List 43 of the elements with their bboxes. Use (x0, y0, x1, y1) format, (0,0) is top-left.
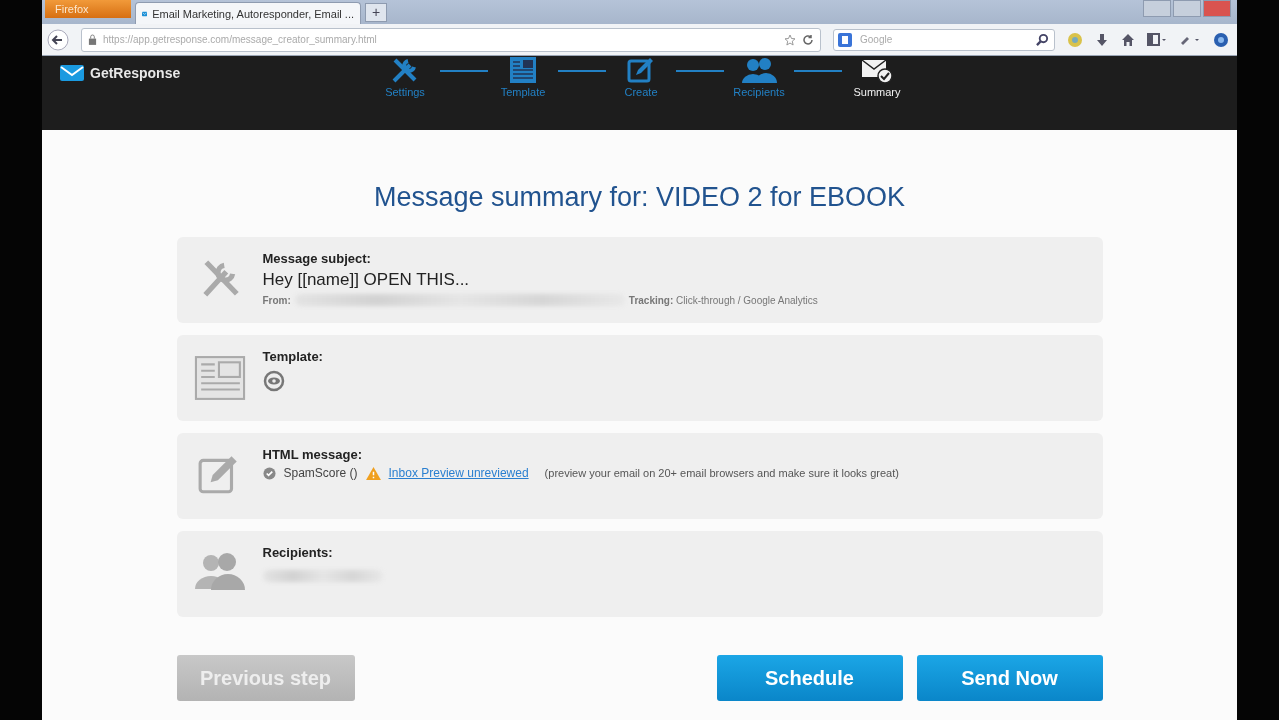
layout-icon (508, 56, 538, 84)
layout-icon (192, 355, 247, 401)
wizard-step[interactable]: Settings (370, 56, 440, 98)
wizard-step[interactable]: Summary (842, 56, 912, 98)
section-label: Template: (262, 349, 324, 364)
lock-icon (88, 34, 97, 45)
wizard-step[interactable]: Recipients (724, 56, 794, 98)
action-button[interactable]: Schedule (716, 655, 903, 701)
spam-score: SpamScore () (283, 466, 358, 480)
search-field[interactable]: Google (833, 28, 1055, 51)
wizard-step[interactable]: Template (488, 56, 558, 98)
envelope-icon (60, 65, 84, 81)
eye-icon[interactable] (262, 370, 285, 392)
tab-title: Email Marketing, Autoresponder, Email ... (152, 7, 354, 20)
firefox-menu-button[interactable]: Firefox (45, 0, 131, 18)
url-text: https://app.getresponse.com/message_creator_summary.html (103, 34, 377, 45)
page-title: Message summary for: VIDEO 2 for EBOOK (373, 182, 906, 213)
download-icon[interactable] (1095, 32, 1109, 47)
star-icon[interactable] (784, 33, 796, 46)
help-icon[interactable] (1213, 31, 1229, 48)
home-icon[interactable] (1121, 32, 1135, 47)
preview-note: (preview your email on 20+ email browsers and make sure it looks great) (544, 467, 899, 479)
reload-icon[interactable] (802, 33, 814, 46)
check-icon (262, 466, 276, 480)
new-tab-button[interactable]: + (365, 3, 387, 22)
address-bar[interactable]: https://app.getresponse.com/message_creator_summary.html (81, 27, 821, 52)
logo-text: GetResponse (90, 65, 181, 81)
search-icon[interactable] (1036, 32, 1049, 46)
browser-tab[interactable]: Email Marketing, Autoresponder, Email ... (135, 2, 361, 24)
section-label: HTML message: (262, 447, 363, 462)
people-icon (741, 56, 777, 84)
wizard-step[interactable]: Create (606, 56, 676, 98)
section-label: Message subject: (262, 251, 372, 266)
subject-text: Hey [[name]] OPEN THIS... (262, 270, 471, 290)
tracking-text: Tracking: Click-through / Google Analytics (628, 294, 818, 306)
from-label: From: (262, 294, 291, 306)
window-icon[interactable] (1147, 32, 1167, 47)
warning-icon (365, 466, 381, 480)
back-icon[interactable] (47, 28, 69, 51)
inbox-preview-link[interactable]: Inbox Preview unreviewed (388, 466, 529, 480)
edit-icon (626, 56, 656, 84)
section-label: Recipients: (262, 545, 334, 560)
action-button[interactable]: Send Now (916, 655, 1103, 701)
